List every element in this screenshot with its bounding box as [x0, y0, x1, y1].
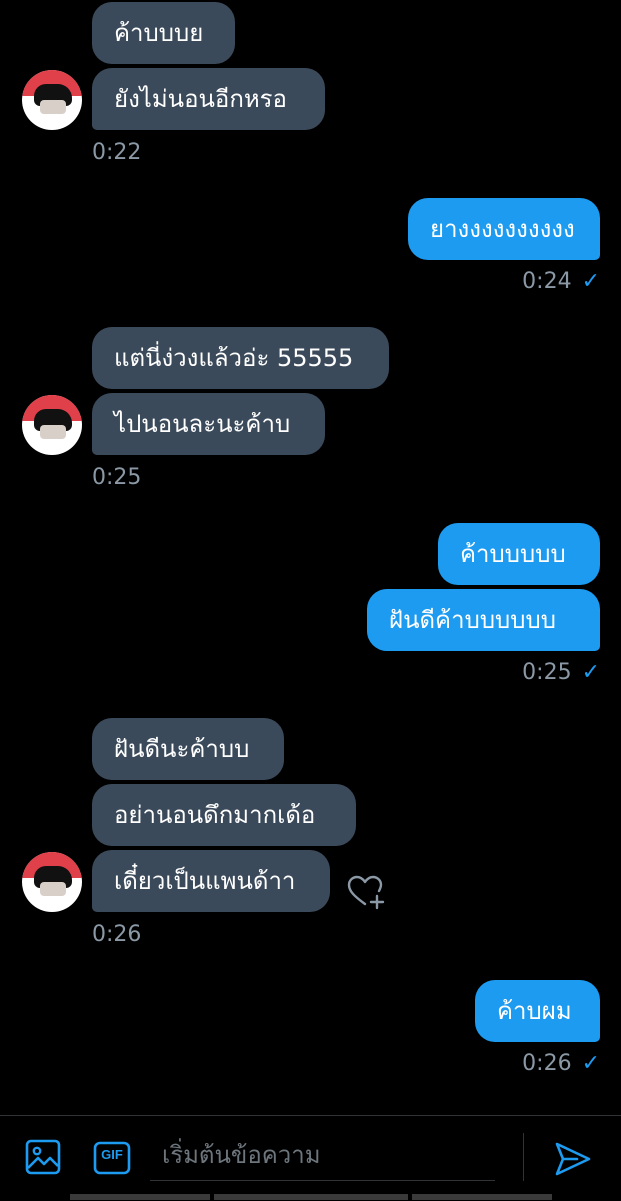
home-indicator: [412, 1194, 552, 1200]
timestamp-label: 0:26: [522, 1051, 572, 1076]
heart-plus-icon[interactable]: [346, 872, 386, 912]
message-bubble-incoming[interactable]: ไปนอนละนะค้าบ: [92, 393, 325, 455]
avatar[interactable]: [22, 395, 82, 455]
message-input[interactable]: เริ่มต้นข้อความ: [150, 1133, 495, 1181]
message-bubble-incoming[interactable]: เดี๋ยวเป็นแพนด้าา: [92, 850, 330, 912]
timestamp-label: 0:25: [522, 660, 572, 685]
message-bubble-outgoing[interactable]: ฝันดีค้าบบบบบบ: [367, 589, 600, 651]
message-timestamp: 0:22: [92, 140, 142, 165]
avatar[interactable]: [22, 70, 82, 130]
timestamp-label: 0:24: [522, 269, 572, 294]
message-timestamp: 0:24 ✓: [522, 269, 600, 294]
message-timestamp: 0:25: [92, 465, 142, 490]
message-bubble-incoming[interactable]: แต่นี่ง่วงแล้วอ่ะ 55555: [92, 327, 389, 389]
send-icon[interactable]: [553, 1140, 593, 1182]
home-indicator: [70, 1194, 210, 1200]
message-thread[interactable]: ค้าบบบย ยังไม่นอนอีกหรอ 0:22 ยางงงงงงงงง…: [0, 0, 621, 1115]
image-icon[interactable]: [24, 1138, 62, 1180]
message-timestamp: 0:26: [92, 922, 142, 947]
message-timestamp: 0:26 ✓: [522, 1051, 600, 1076]
message-timestamp: 0:25 ✓: [522, 660, 600, 685]
check-icon: ✓: [581, 660, 600, 685]
check-icon: ✓: [581, 1051, 600, 1076]
avatar[interactable]: [22, 852, 82, 912]
message-bubble-incoming[interactable]: ยังไม่นอนอีกหรอ: [92, 68, 325, 130]
check-icon: ✓: [581, 269, 600, 294]
home-indicator: [214, 1194, 408, 1200]
message-bubble-incoming[interactable]: ฝันดีนะค้าบบ: [92, 718, 284, 780]
message-bubble-outgoing[interactable]: ค้าบบบบบ: [438, 523, 600, 585]
message-bubble-incoming[interactable]: ค้าบบบย: [92, 2, 235, 64]
gif-label: GIF: [101, 1147, 123, 1162]
message-bubble-outgoing[interactable]: ค้าบผม: [475, 980, 600, 1042]
message-bubble-incoming[interactable]: อย่านอนดึกมากเด้อ: [92, 784, 356, 846]
composer-divider: [523, 1133, 524, 1181]
message-bubble-outgoing[interactable]: ยางงงงงงงงงง: [408, 198, 600, 260]
gif-button[interactable]: GIF: [93, 1141, 131, 1179]
